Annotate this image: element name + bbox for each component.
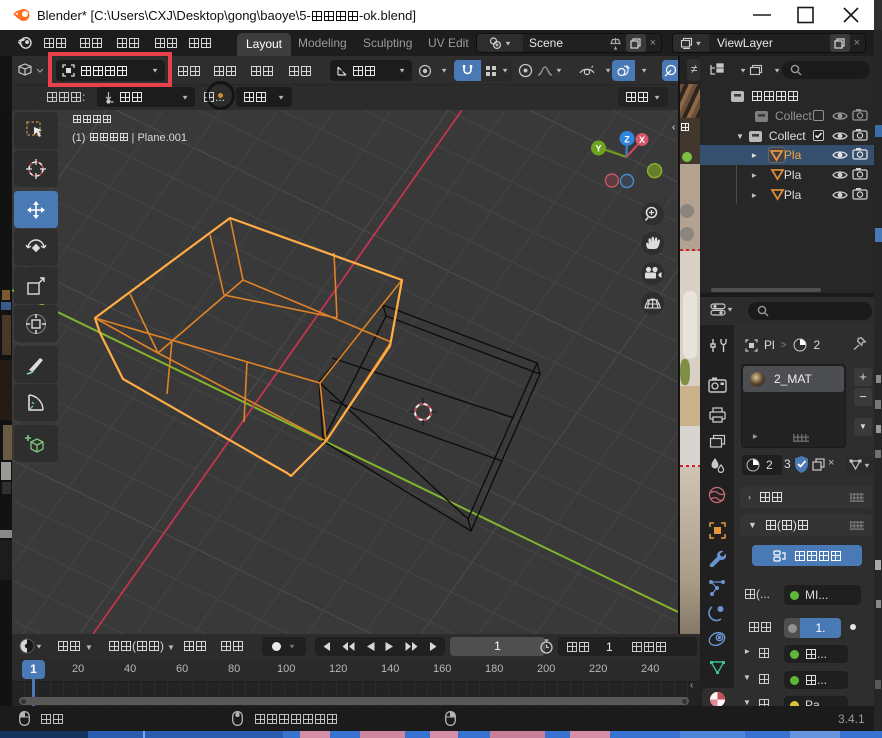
svg-text:X: X [639,135,645,145]
svg-text:Z: Z [624,135,630,145]
svg-text:Y: Y [595,144,601,154]
